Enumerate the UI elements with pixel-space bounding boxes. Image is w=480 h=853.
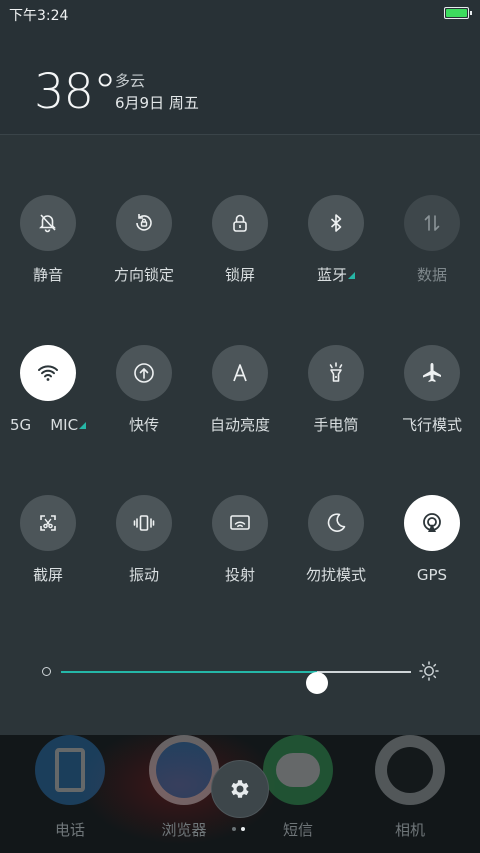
tile-vibrate[interactable]: 振动	[96, 495, 192, 585]
brightness-high-icon	[419, 661, 439, 681]
tile-button[interactable]	[20, 345, 76, 401]
lock-icon	[233, 214, 247, 232]
tile-label: 静音	[32, 266, 63, 284]
tile-button[interactable]	[116, 495, 172, 551]
gear-icon	[231, 780, 249, 798]
tile-button[interactable]	[20, 495, 76, 551]
tile-wifi[interactable]: 5G MIC	[0, 345, 96, 435]
tile-button[interactable]	[212, 495, 268, 551]
dock-app-phone[interactable]: 电话	[22, 735, 118, 840]
quick-transfer-icon	[134, 363, 154, 383]
tile-button[interactable]	[212, 195, 268, 251]
gps-icon	[423, 513, 441, 532]
tile-button[interactable]	[308, 345, 364, 401]
tile-moon[interactable]: 勿扰模式	[288, 495, 384, 585]
flashlight-icon	[329, 362, 343, 382]
tile-quick-transfer[interactable]: 快传	[96, 345, 192, 435]
tile-button[interactable]	[116, 345, 172, 401]
tile-auto-brightness[interactable]: 自动亮度	[192, 345, 288, 435]
brightness-control	[0, 659, 480, 694]
weather-header[interactable]: 38° 多云 6月9日 周五	[0, 28, 480, 134]
browser-app-icon	[149, 735, 219, 805]
camera-app-icon	[375, 735, 445, 805]
tile-cast[interactable]: 投射	[192, 495, 288, 585]
quick-settings-panel: 静音 方向锁定 锁屏 蓝牙 数据 5G MIC 快传 自动亮度 手电筒 飞行模式截屏 振动 投射 勿扰模…	[0, 134, 480, 735]
weather-temperature: 38°	[34, 64, 117, 120]
expand-indicator-icon	[348, 272, 355, 279]
tile-label: 振动	[128, 566, 159, 584]
page-indicator	[232, 827, 252, 833]
phone-app-icon	[35, 735, 105, 805]
airplane-icon	[423, 363, 441, 382]
tile-button[interactable]	[308, 195, 364, 251]
tile-button[interactable]	[116, 195, 172, 251]
dock-app-label: 电话	[54, 821, 85, 839]
tile-label: 手电筒	[313, 416, 359, 434]
tile-bell-off[interactable]: 静音	[0, 195, 96, 285]
tile-label: 数据	[416, 266, 447, 284]
tile-screenshot[interactable]: 截屏	[0, 495, 96, 585]
tile-button[interactable]	[212, 345, 268, 401]
tile-bluetooth[interactable]: 蓝牙	[288, 195, 384, 285]
bluetooth-icon	[330, 214, 342, 232]
tile-button[interactable]	[404, 495, 460, 551]
wifi-icon	[38, 365, 58, 381]
tile-label: 蓝牙	[288, 265, 384, 285]
tile-label: GPS	[416, 566, 448, 584]
moon-icon	[327, 513, 346, 532]
screenshot-icon	[40, 515, 56, 531]
vibrate-icon	[133, 515, 155, 531]
brightness-slider-thumb[interactable]	[305, 672, 328, 694]
tile-label: 自动亮度	[209, 416, 270, 434]
dock-app-label: 浏览器	[161, 821, 207, 839]
dock-app-camera[interactable]: 相机	[362, 735, 458, 840]
tile-button[interactable]	[20, 195, 76, 251]
tile-airplane[interactable]: 飞行模式	[384, 345, 480, 435]
cast-icon	[230, 515, 250, 530]
auto-brightness-icon	[233, 364, 247, 382]
status-time: 下午3:24	[9, 8, 69, 24]
tile-button[interactable]	[404, 345, 460, 401]
tile-label: 投射	[224, 566, 255, 584]
tile-label: 勿扰模式	[305, 566, 366, 584]
weather-date: 6月9日 周五	[115, 94, 199, 112]
page-dot	[241, 827, 245, 831]
messages-app-icon	[263, 735, 333, 805]
rotation-lock-icon	[136, 214, 152, 231]
tile-flashlight[interactable]: 手电筒	[288, 345, 384, 435]
dock-app-label: 短信	[282, 821, 313, 839]
weather-condition: 多云	[115, 72, 146, 90]
tile-label: 方向锁定	[113, 266, 174, 284]
expand-indicator-icon	[79, 422, 87, 429]
tile-label: 飞行模式	[401, 416, 462, 434]
status-bar: 下午3:24	[0, 0, 480, 28]
tile-label: 快传	[128, 416, 159, 434]
battery-icon	[444, 7, 472, 19]
tile-data-transfer[interactable]: 数据	[384, 195, 480, 285]
tile-lock[interactable]: 锁屏	[192, 195, 288, 285]
tile-gps[interactable]: GPS	[384, 495, 480, 585]
brightness-slider[interactable]	[61, 671, 411, 694]
tile-label: 5G MIC	[0, 415, 96, 435]
tile-rotation-lock[interactable]: 方向锁定	[96, 195, 192, 285]
tile-button[interactable]	[308, 495, 364, 551]
tile-button[interactable]	[404, 195, 460, 251]
bell-off-icon	[39, 214, 56, 233]
tile-label: 截屏	[32, 566, 63, 584]
settings-button[interactable]	[211, 760, 269, 818]
data-transfer-icon	[424, 215, 440, 231]
brightness-low-icon	[42, 667, 51, 676]
page-dot	[232, 827, 236, 831]
dock-app-label: 相机	[394, 821, 425, 839]
tile-label: 锁屏	[224, 266, 255, 284]
